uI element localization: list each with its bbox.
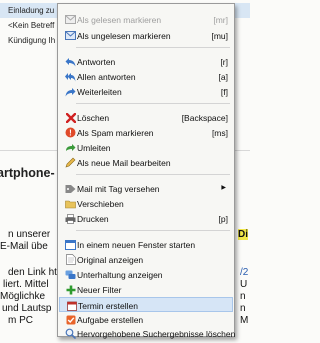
menu-item-label: Hervorgehobene Suchergebnisse löschen — [77, 329, 236, 339]
message-text-line: und Lautsp — [2, 303, 52, 314]
message-text-line: den Link ht — [8, 267, 57, 278]
forward-icon — [65, 86, 76, 97]
menu-item-label: Umleiten — [77, 143, 111, 153]
menu-item-label: Mail mit Tag versehen — [77, 184, 160, 194]
message-heading: artphone- — [0, 166, 55, 180]
menu-separator — [76, 174, 230, 175]
new-window-icon — [65, 239, 76, 250]
menu-item-label: Aufgabe erstellen — [77, 315, 144, 325]
menu-item-show-conversation[interactable]: Unterhaltung anzeigen — [59, 267, 233, 282]
clear-highlight-icon — [65, 328, 76, 339]
mail-subject: <Kein Betreff — [8, 21, 55, 30]
print-icon — [65, 213, 76, 224]
menu-item-move[interactable]: Verschieben — [59, 196, 233, 211]
menu-item-reply-all[interactable]: Allen antworten [a] — [59, 69, 233, 84]
show-original-icon — [65, 254, 76, 265]
menu-item-label: Drucken — [77, 214, 109, 224]
message-text-fragment: U — [240, 279, 248, 290]
mail-read-icon — [65, 14, 76, 25]
menu-item-label: Antworten — [77, 57, 116, 67]
menu-item-label: Als ungelesen markieren — [77, 31, 171, 41]
menu-item-label: Verschieben — [77, 199, 124, 209]
menu-separator — [76, 230, 230, 231]
menu-item-label: Neuer Filter — [77, 285, 122, 295]
menu-item-label: Original anzeigen — [77, 255, 144, 265]
message-text-fragment: M — [240, 315, 249, 326]
menu-separator — [76, 103, 230, 104]
menu-item-shortcut: [mu] — [211, 31, 228, 41]
menu-item-shortcut: [a] — [218, 72, 228, 82]
menu-item-create-task[interactable]: Aufgabe erstellen — [59, 312, 233, 327]
menu-item-shortcut: [Backspace] — [181, 113, 228, 123]
menu-item-shortcut: [r] — [220, 57, 228, 67]
message-text-line: E-Mail übe — [0, 241, 48, 252]
menu-item-label: Als Spam markieren — [77, 128, 154, 138]
menu-item-label: Löschen — [77, 113, 110, 123]
menu-item-label: Weiterleiten — [77, 87, 122, 97]
message-text-fragment: n — [240, 303, 246, 314]
menu-item-label: Als gelesen markieren — [77, 15, 162, 25]
svg-text:!: ! — [69, 129, 72, 138]
menu-item-reply[interactable]: Antworten [r] — [59, 54, 233, 69]
reply-all-icon — [65, 71, 76, 82]
message-text-line: n unserer — [8, 229, 51, 240]
menu-item-label: Unterhaltung anzeigen — [77, 270, 163, 280]
reply-icon — [65, 56, 76, 67]
tag-icon — [65, 183, 76, 194]
menu-item-create-appointment[interactable]: Termin erstellen — [59, 297, 233, 312]
message-text-line: Möglichke — [0, 291, 46, 302]
message-text-line: m PC — [8, 315, 33, 326]
menu-item-shortcut: [mr] — [213, 15, 228, 25]
message-context-menu: Als gelesen markieren [mr] Als ungelesen… — [57, 3, 235, 339]
menu-separator — [76, 47, 230, 48]
conversation-icon — [65, 269, 76, 280]
mail-subject: Kündigung Ih — [8, 36, 56, 45]
menu-item-shortcut: [f] — [220, 87, 228, 97]
new-filter-icon — [65, 284, 76, 295]
menu-item-open-new-window[interactable]: In einem neuen Fenster starten — [59, 237, 233, 252]
menu-item-tag[interactable]: Mail mit Tag versehen ▶ — [59, 181, 233, 196]
menu-item-label: In einem neuen Fenster starten — [77, 240, 196, 250]
menu-item-clear-highlights[interactable]: Hervorgehobene Suchergebnisse löschen — [59, 326, 236, 341]
message-text-fragment: n — [240, 291, 246, 302]
menu-item-shortcut: [p] — [218, 214, 228, 224]
menu-item-mark-spam[interactable]: ! Als Spam markieren [ms] — [59, 125, 233, 140]
calendar-icon — [66, 300, 77, 311]
mail-unread-icon — [65, 30, 76, 41]
mail-subject: Einladung zu — [8, 6, 55, 15]
menu-item-label: Allen antworten — [77, 72, 136, 82]
menu-item-new-filter[interactable]: Neuer Filter — [59, 282, 233, 297]
redirect-icon — [65, 142, 76, 153]
delete-icon — [65, 112, 76, 123]
submenu-arrow-icon: ▶ — [221, 185, 226, 191]
menu-item-forward[interactable]: Weiterleiten [f] — [59, 84, 233, 99]
spam-icon: ! — [65, 127, 76, 138]
menu-item-edit-as-new[interactable]: Als neue Mail bearbeiten — [59, 155, 233, 170]
message-text-line: liert. Mittel — [3, 279, 49, 290]
task-icon — [65, 314, 76, 325]
menu-item-label: Termin erstellen — [78, 301, 138, 311]
menu-item-shortcut: [ms] — [211, 128, 228, 138]
menu-item-mark-read[interactable]: Als gelesen markieren [mr] — [59, 12, 233, 27]
menu-item-show-original[interactable]: Original anzeigen — [59, 252, 233, 267]
edit-icon — [65, 157, 76, 168]
message-text-fragment: Di — [238, 229, 248, 240]
menu-item-redirect[interactable]: Umleiten — [59, 140, 233, 155]
message-link-fragment[interactable]: /2 — [240, 267, 248, 278]
menu-item-print[interactable]: Drucken [p] — [59, 211, 233, 226]
move-icon — [65, 198, 76, 209]
menu-item-mark-unread[interactable]: Als ungelesen markieren [mu] — [59, 28, 233, 43]
menu-item-label: Als neue Mail bearbeiten — [77, 158, 171, 168]
menu-item-delete[interactable]: Löschen [Backspace] — [59, 110, 233, 125]
